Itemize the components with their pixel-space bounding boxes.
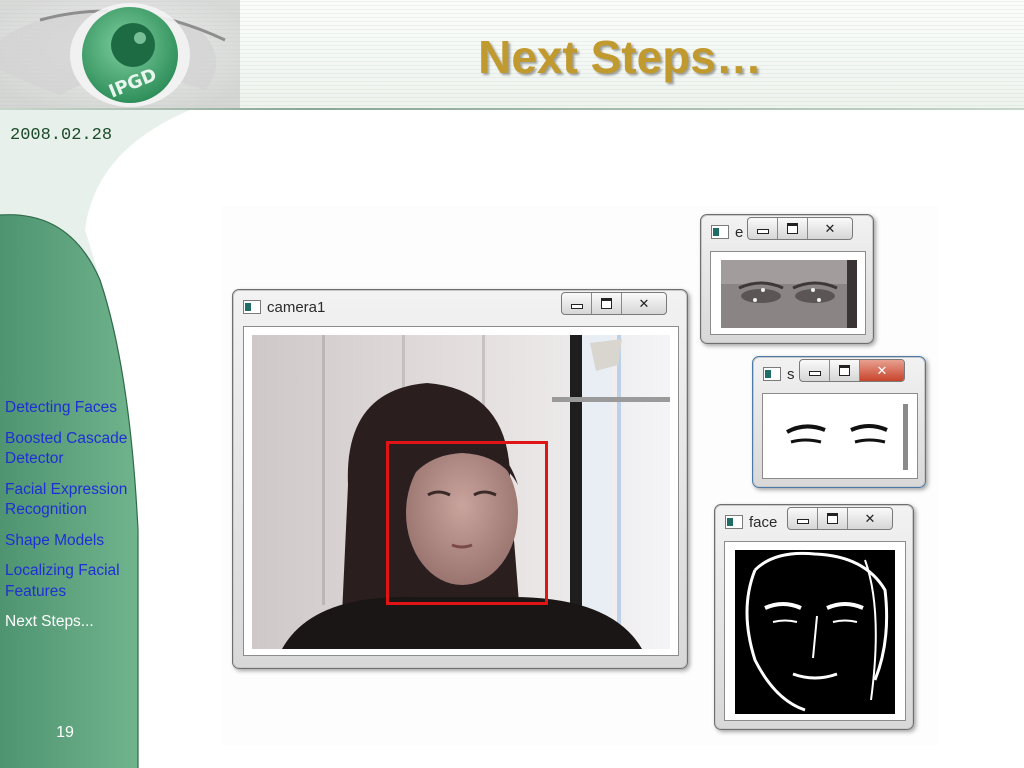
minimize-icon: [808, 371, 821, 376]
window-controls: ✕: [747, 217, 853, 240]
camera-window[interactable]: camera1 ✕: [232, 289, 688, 669]
minimize-button[interactable]: [788, 508, 818, 529]
face-edge-map-image: [735, 550, 895, 714]
window-title: s: [787, 366, 795, 383]
face-detection-box: [386, 441, 548, 605]
app-window-icon: [711, 225, 729, 239]
minimize-button[interactable]: [800, 360, 830, 381]
nav-item-localizing-facial-features[interactable]: Localizing Facial Features: [5, 561, 133, 602]
app-window-icon: [763, 367, 781, 381]
maximize-button[interactable]: [818, 508, 848, 529]
close-button[interactable]: ✕: [808, 218, 852, 239]
window-client-area: [724, 541, 906, 721]
eye-logo-icon: IPGD: [0, 0, 240, 108]
window-controls: ✕: [787, 507, 893, 530]
nav-item-facial-expression-recognition[interactable]: Facial Expression Recognition: [5, 480, 133, 521]
eyebrow-shape-image: [763, 394, 917, 478]
face-edges-window[interactable]: face ✕: [714, 504, 914, 730]
window-client-area: [762, 393, 918, 479]
maximize-button[interactable]: [778, 218, 808, 239]
slide-title: Next Steps…: [478, 31, 762, 83]
maximize-icon: [787, 223, 798, 234]
minimize-icon: [570, 304, 583, 309]
eye-region-image: [721, 260, 857, 328]
maximize-icon: [601, 298, 612, 309]
eyes-window[interactable]: e ✕: [700, 214, 874, 344]
minimize-button[interactable]: [562, 293, 592, 314]
maximize-button[interactable]: [830, 360, 860, 381]
maximize-icon: [827, 513, 838, 524]
close-icon: ✕: [638, 295, 650, 311]
close-icon: ✕: [864, 510, 876, 526]
maximize-icon: [839, 365, 850, 376]
window-title: e: [735, 224, 744, 241]
app-window-icon: [725, 515, 743, 529]
nav-item-boosted-cascade-detector[interactable]: Boosted Cascade Detector: [5, 429, 133, 470]
shape-window[interactable]: s ✕: [752, 356, 926, 488]
close-button[interactable]: ✕: [622, 293, 666, 314]
app-window-icon: [243, 300, 261, 314]
minimize-button[interactable]: [748, 218, 778, 239]
window-client-area: [243, 326, 679, 656]
window-title: face: [749, 514, 778, 531]
sidebar-nav: Detecting Faces Boosted Cascade Detector…: [5, 398, 133, 643]
slide-date: 2008.02.28: [10, 126, 113, 145]
nav-item-shape-models[interactable]: Shape Models: [5, 531, 133, 552]
minimize-icon: [796, 519, 809, 524]
close-button[interactable]: ✕: [848, 508, 892, 529]
page-number: 19: [56, 724, 74, 741]
close-icon: ✕: [876, 362, 888, 378]
nav-item-next-steps[interactable]: Next Steps...: [5, 612, 133, 633]
nav-item-detecting-faces[interactable]: Detecting Faces: [5, 398, 133, 419]
close-button[interactable]: ✕: [860, 360, 904, 381]
window-controls: ✕: [561, 292, 667, 315]
close-icon: ✕: [824, 220, 836, 236]
minimize-icon: [756, 229, 769, 234]
window-controls: ✕: [799, 359, 905, 382]
window-client-area: [710, 251, 866, 335]
window-title: camera1: [267, 299, 326, 316]
slide-header: IPGD Next Steps…: [0, 0, 1024, 110]
maximize-button[interactable]: [592, 293, 622, 314]
